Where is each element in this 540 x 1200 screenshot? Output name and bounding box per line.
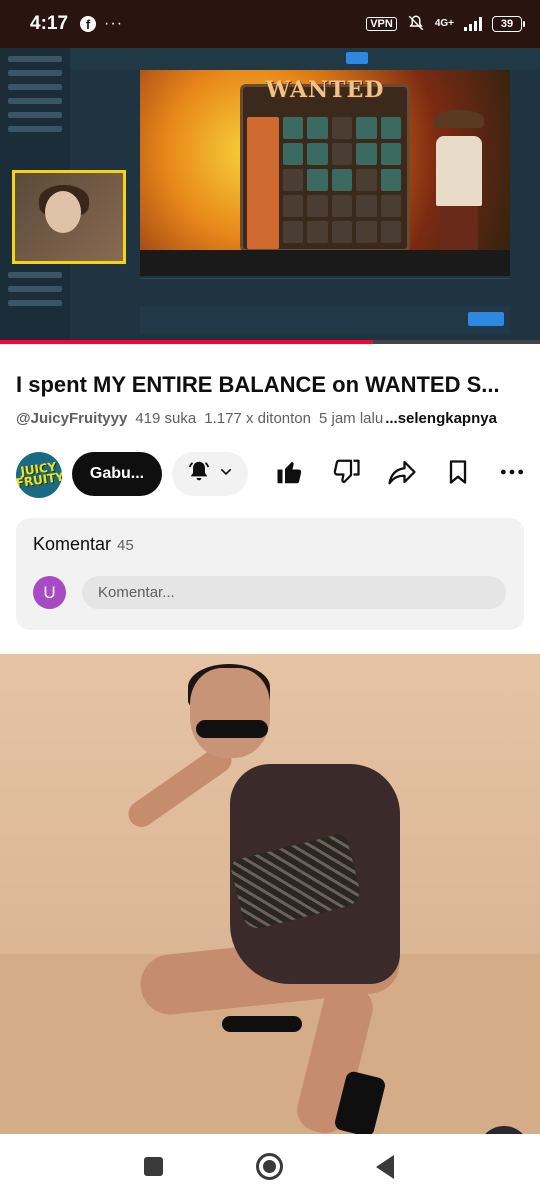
more-actions-button[interactable] <box>494 456 530 492</box>
comment-input[interactable] <box>82 576 506 609</box>
notification-button[interactable] <box>172 452 248 496</box>
cowboy-character <box>420 110 500 260</box>
video-meta[interactable]: @JuicyFruityyy 419 suka 1.177 x ditonton… <box>16 410 497 427</box>
chevron-down-icon <box>218 464 234 485</box>
status-time: 4:17 <box>30 13 69 34</box>
status-bar: 4:17 f ··· VPN 4G+ 39 <box>0 0 540 48</box>
slot-reels: WANTED <box>240 77 410 252</box>
comments-panel[interactable]: Komentar 45 U <box>16 518 524 630</box>
thumbs-up-icon <box>275 457 305 492</box>
slot-game-screen: WANTED <box>140 70 510 276</box>
view-count: 1.177 x ditonton <box>204 410 311 427</box>
app-root: 4:17 f ··· VPN 4G+ 39 WANTED I spent MY … <box>0 0 540 1200</box>
channel-logo: JUICY FRUITY <box>16 459 62 491</box>
video-title[interactable]: I spent MY ENTIRE BALANCE on WANTED S... <box>16 372 530 398</box>
share-icon <box>387 457 417 492</box>
upload-age: 5 jam lalu <box>319 410 384 427</box>
facebook-notification-icon: f <box>80 16 97 32</box>
channel-avatar[interactable]: JUICY FRUITY <box>16 452 62 498</box>
like-button[interactable] <box>272 456 308 492</box>
bell-icon <box>186 459 212 490</box>
game-title: WANTED <box>265 77 385 103</box>
share-button[interactable] <box>384 456 420 492</box>
network-type: 4G+ <box>434 18 454 29</box>
video-player[interactable]: WANTED <box>0 48 540 342</box>
stream-info-bar <box>140 306 510 334</box>
signal-icon <box>464 17 482 31</box>
thumbs-down-icon <box>331 457 361 492</box>
game-control-bar <box>140 250 510 276</box>
vpn-icon: VPN <box>366 17 397 31</box>
streamer-webcam <box>12 170 126 264</box>
status-indicators: VPN 4G+ 39 <box>366 14 525 35</box>
recents-icon[interactable] <box>144 1157 163 1176</box>
video-details: I spent MY ENTIRE BALANCE on WANTED S...… <box>0 344 540 644</box>
user-avatar: U <box>33 576 66 609</box>
dislike-button[interactable] <box>328 456 364 492</box>
comments-label: Komentar <box>33 534 112 554</box>
comments-count: 45 <box>117 537 134 554</box>
like-count: 419 suka <box>135 410 197 427</box>
bookmark-icon <box>444 457 472 492</box>
action-row: JUICY FRUITY Gabu... <box>0 450 540 498</box>
comments-header: Komentar 45 <box>33 534 134 555</box>
system-nav-bar <box>0 1134 540 1200</box>
ad-image[interactable] <box>0 654 540 1134</box>
video-stream-topbar <box>70 48 540 70</box>
join-button[interactable]: Gabu... <box>72 452 162 496</box>
back-icon[interactable] <box>376 1155 394 1179</box>
stream-controls <box>140 278 510 294</box>
mute-icon <box>407 14 425 35</box>
show-more-link[interactable]: ...selengkapnya <box>385 410 497 427</box>
home-icon[interactable] <box>256 1153 283 1180</box>
battery-icon: 39 <box>492 16 525 32</box>
channel-handle[interactable]: @JuicyFruityyy <box>16 410 127 427</box>
more-icon <box>499 459 525 490</box>
more-notifications-icon: ··· <box>104 15 124 32</box>
save-button[interactable] <box>440 456 476 492</box>
